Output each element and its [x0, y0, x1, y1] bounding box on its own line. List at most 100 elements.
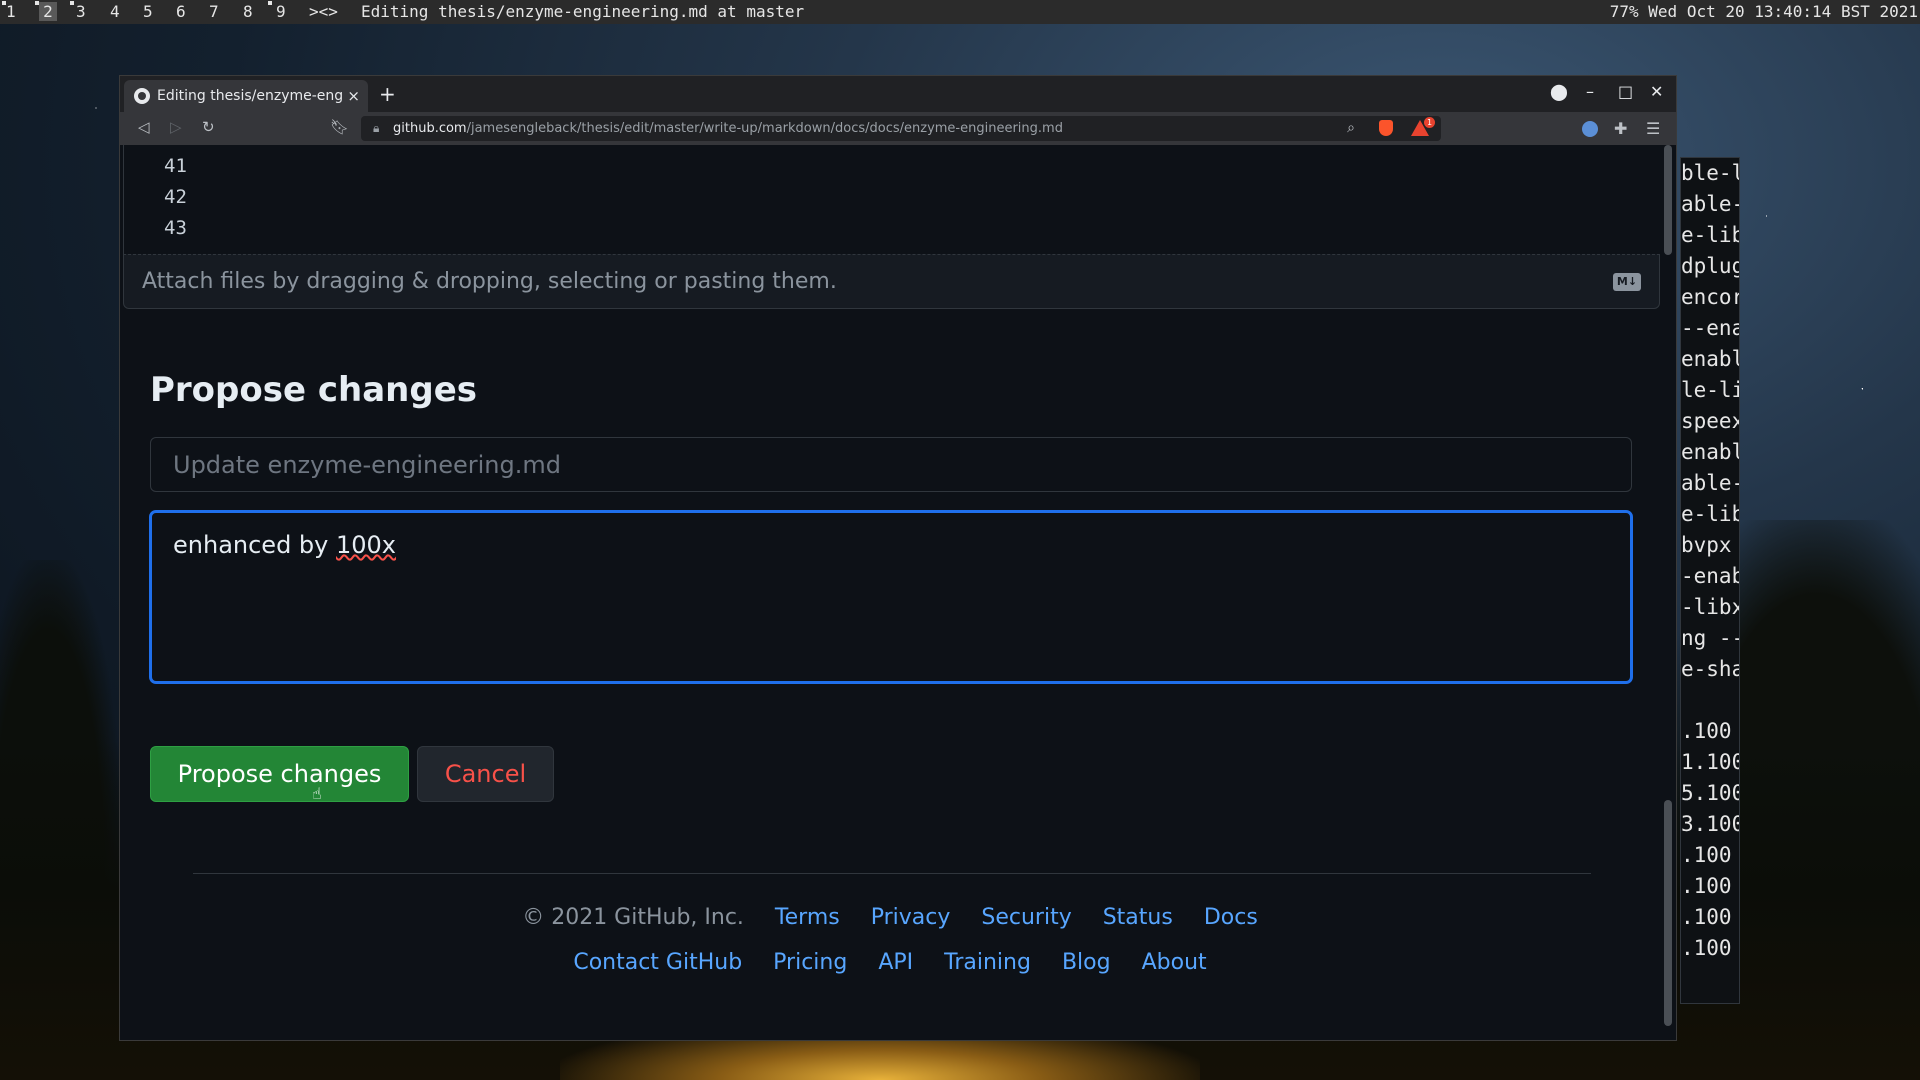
background-terminal: ble-l able-e-lib dplug encor --ena enabl le-li…: [1680, 157, 1740, 1004]
terminal-line: 1.100: [1681, 750, 1740, 774]
workspace-6[interactable]: 6: [176, 2, 186, 21]
commit-description-textarea[interactable]: enhanced by 100x: [149, 510, 1633, 684]
terminal-line: dplug: [1681, 254, 1740, 278]
footer-link-blog[interactable]: Blog: [1062, 950, 1111, 975]
workspace-3-indicator: [70, 1, 74, 5]
page-scroll-thumb[interactable]: [1664, 800, 1672, 1026]
footer-copyright: © 2021 GitHub, Inc.: [522, 905, 744, 930]
page-content: 41 42 43 Attach files by dragging & drop…: [120, 145, 1660, 1040]
profile-menu-icon[interactable]: ⬤: [1550, 82, 1568, 101]
tab-editing-thesis[interactable]: Editing thesis/enzyme-eng ×: [124, 80, 368, 112]
terminal-line: encor: [1681, 285, 1740, 309]
cancel-button[interactable]: Cancel: [417, 746, 554, 802]
workspace-8[interactable]: 8: [243, 2, 253, 21]
footer-link-contact[interactable]: Contact GitHub: [573, 950, 742, 975]
terminal-line: able-: [1681, 471, 1740, 495]
workspace-1[interactable]: 1: [6, 2, 16, 21]
terminal-line: .100: [1681, 719, 1732, 743]
terminal-line: e-lib: [1681, 223, 1740, 247]
footer-link-terms[interactable]: Terms: [775, 905, 840, 930]
terminal-line: le-li: [1681, 378, 1740, 402]
footer-link-security[interactable]: Security: [981, 905, 1071, 930]
terminal-line: --ena: [1681, 316, 1740, 340]
new-tab-button[interactable]: +: [379, 80, 396, 108]
terminal-line: bvpx: [1681, 533, 1732, 557]
address-bar[interactable]: 🔒︎ github.com/jamesengleback/thesis/edit…: [361, 116, 1441, 141]
line-number: 43: [164, 217, 187, 239]
terminal-line: ng --: [1681, 626, 1740, 650]
footer-link-docs[interactable]: Docs: [1204, 905, 1258, 930]
terminal-line: enabl: [1681, 440, 1740, 464]
markdown-icon[interactable]: M↓: [1613, 273, 1641, 291]
terminal-line: enabl: [1681, 347, 1740, 371]
workspace-1-indicator: [2, 1, 6, 5]
close-tab-icon[interactable]: ×: [347, 80, 360, 112]
terminal-line: speex: [1681, 409, 1740, 433]
reload-icon[interactable]: ↻: [202, 118, 215, 136]
workspace-3[interactable]: 3: [76, 2, 86, 21]
workspace-2[interactable]: 2: [39, 2, 57, 21]
footer-link-status[interactable]: Status: [1103, 905, 1173, 930]
workspace-5[interactable]: 5: [143, 2, 153, 21]
extensions-puzzle-icon[interactable]: ✚: [1614, 119, 1627, 138]
workspace-9[interactable]: 9: [276, 2, 286, 21]
footer-link-training[interactable]: Training: [944, 950, 1031, 975]
terminal-line: .100: [1681, 874, 1732, 898]
terminal-line: 5.100: [1681, 781, 1740, 805]
tab-title: Editing thesis/enzyme-eng: [157, 88, 342, 104]
spellcheck-flagged-word[interactable]: 100x: [336, 531, 396, 559]
terminal-line: ble-l: [1681, 161, 1740, 185]
footer-link-privacy[interactable]: Privacy: [871, 905, 951, 930]
terminal-line: 3.100: [1681, 812, 1740, 836]
editor-scroll-thumb[interactable]: [1664, 145, 1672, 255]
footer-row-secondary: Contact GitHub Pricing API Training Blog…: [120, 950, 1660, 975]
terminal-line: .100: [1681, 905, 1732, 929]
terminal-line: -libx: [1681, 595, 1740, 619]
terminal-line: .100: [1681, 843, 1732, 867]
page-scrollbar[interactable]: [1660, 145, 1676, 1040]
footer-row-primary: © 2021 GitHub, Inc. Terms Privacy Securi…: [120, 905, 1660, 930]
window-close-icon[interactable]: ✕: [1650, 82, 1663, 101]
github-icon: [134, 88, 150, 104]
propose-changes-heading: Propose changes: [150, 370, 478, 410]
footer-link-pricing[interactable]: Pricing: [773, 950, 847, 975]
terminal-line: .100: [1681, 936, 1732, 960]
line-number: 42: [164, 186, 187, 208]
commit-summary-input[interactable]: [150, 437, 1632, 492]
description-text: enhanced by 100x: [173, 531, 397, 559]
minimize-icon[interactable]: –: [1586, 82, 1594, 101]
zoom-icon[interactable]: ⌕: [1347, 116, 1355, 141]
workspace-2-indicator: [35, 1, 39, 5]
back-icon[interactable]: ◁: [138, 118, 150, 136]
attach-hint: Attach files by dragging & dropping, sel…: [142, 269, 837, 294]
brave-shield-icon[interactable]: [1379, 120, 1393, 136]
browser-menu-icon[interactable]: ☰: [1646, 119, 1660, 138]
code-editor[interactable]: 41 42 43: [123, 145, 1660, 254]
workspace-7[interactable]: 7: [209, 2, 219, 21]
lock-icon: 🔒︎: [373, 121, 380, 135]
layout-indicator[interactable]: ><>: [309, 2, 338, 21]
footer-link-api[interactable]: API: [878, 950, 913, 975]
workspace-9-indicator: [268, 1, 272, 5]
terminal-line: -enab: [1681, 564, 1740, 588]
line-number: 41: [164, 155, 187, 177]
terminal-line: e-sha: [1681, 657, 1740, 681]
bookmark-icon[interactable]: 🔖︎: [330, 118, 349, 136]
propose-changes-button[interactable]: Propose changes: [150, 746, 409, 802]
browser-toolbar: ◁ ▷ ↻ 🔖︎ 🔒︎ github.com/jamesengleback/th…: [120, 112, 1676, 145]
hand-cursor-icon: ☝︎: [312, 784, 322, 803]
forward-icon[interactable]: ▷: [170, 118, 182, 136]
browser-window: Editing thesis/enzyme-eng × + ⬤ – □ ✕ ◁ …: [119, 75, 1677, 1041]
system-status: 77% Wed Oct 20 13:40:14 BST 2021: [1609, 2, 1918, 21]
window-manager-bar: 1 2 3 4 5 6 7 8 9 ><> Editing thesis/enz…: [0, 0, 1920, 24]
terminal-line: able-: [1681, 192, 1740, 216]
maximize-icon[interactable]: □: [1618, 82, 1633, 101]
extension-icon[interactable]: [1582, 121, 1598, 137]
address-text: github.com/jamesengleback/thesis/edit/ma…: [393, 121, 1063, 136]
file-attach-area[interactable]: Attach files by dragging & dropping, sel…: [123, 254, 1660, 309]
active-window-title: Editing thesis/enzyme-engineering.md at …: [361, 2, 805, 21]
footer-link-about[interactable]: About: [1142, 950, 1207, 975]
terminal-line: e-lib: [1681, 502, 1740, 526]
tab-bar: Editing thesis/enzyme-eng × + ⬤ – □ ✕: [120, 76, 1676, 112]
workspace-4[interactable]: 4: [110, 2, 120, 21]
